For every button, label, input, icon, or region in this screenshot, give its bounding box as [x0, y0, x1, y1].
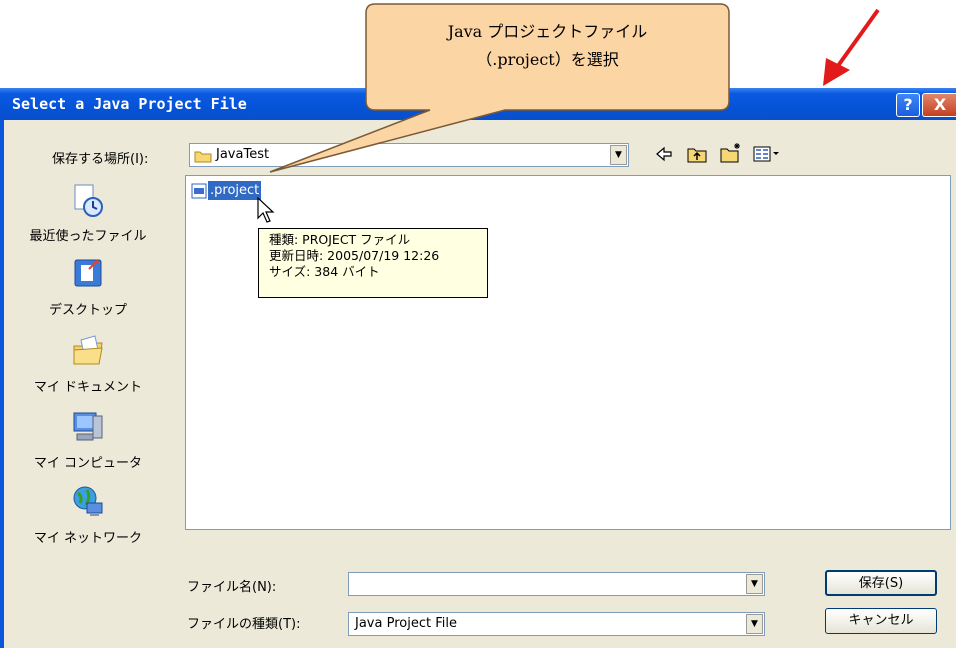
place-documents[interactable]: マイ ドキュメント	[18, 334, 158, 395]
place-label-recent: 最近使ったファイル	[29, 229, 147, 244]
place-label-desktop: デスクトップ	[48, 303, 127, 318]
my-documents-icon	[73, 335, 103, 365]
place-computer[interactable]: マイ コンピュータ	[18, 410, 158, 471]
tooltip-modified: 更新日時: 2005/07/19 12:26	[269, 248, 440, 263]
place-network[interactable]: マイ ネットワーク	[18, 485, 158, 546]
recent-files-icon	[74, 184, 103, 217]
filename-input[interactable]: ▼	[348, 572, 765, 596]
tooltip-size: サイズ: 384 バイト	[269, 264, 380, 279]
mouse-cursor-icon	[257, 196, 275, 223]
place-label-documents: マイ ドキュメント	[33, 380, 143, 395]
tooltip-type: 種類: PROJECT ファイル	[269, 232, 411, 247]
my-computer-icon	[73, 412, 103, 441]
callout-line2: （.project）を選択	[476, 50, 619, 69]
place-label-computer: マイ コンピュータ	[33, 456, 143, 471]
callout-line1: Java プロジェクトファイル	[447, 22, 648, 41]
callout-text: Java プロジェクトファイル （.project）を選択	[370, 18, 725, 74]
my-network-icon	[73, 486, 103, 516]
arrow-line	[833, 8, 880, 72]
project-file-icon	[191, 183, 207, 199]
place-desktop[interactable]: デスクトップ	[18, 257, 158, 318]
file-tooltip: 種類: PROJECT ファイル 更新日時: 2005/07/19 12:26 …	[258, 228, 488, 298]
filename-dropdown-arrow[interactable]: ▼	[746, 574, 763, 594]
cancel-button[interactable]: キャンセル	[825, 608, 937, 634]
filename-label: ファイル名(N):	[187, 580, 277, 595]
filetype-dropdown-arrow[interactable]: ▼	[746, 614, 763, 634]
desktop-icon	[74, 259, 102, 287]
save-button[interactable]: 保存(S)	[825, 570, 937, 596]
file-name: .project	[208, 181, 262, 200]
filetype-value: Java Project File	[355, 616, 457, 631]
place-label-network: マイ ネットワーク	[33, 531, 143, 546]
arrow-icon	[823, 58, 850, 86]
filetype-label: ファイルの種類(T):	[187, 617, 301, 632]
filetype-select[interactable]: Java Project File ▼	[348, 612, 765, 636]
place-recent[interactable]: 最近使ったファイル	[18, 183, 158, 244]
